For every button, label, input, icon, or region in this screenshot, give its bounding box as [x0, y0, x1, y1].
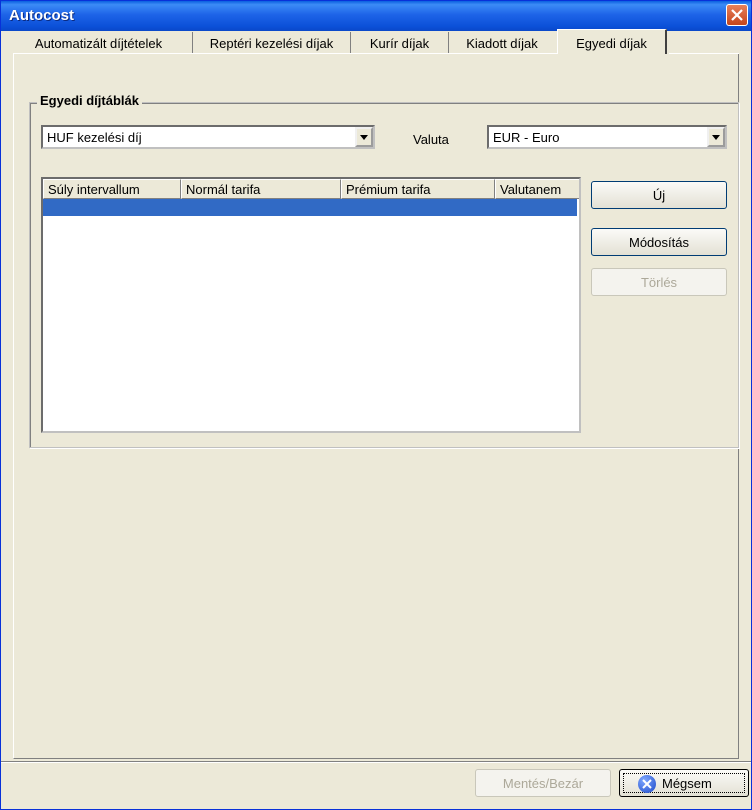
currency-label: Valuta — [413, 132, 449, 147]
column-header-suly-intervallum[interactable]: Súly intervallum — [43, 179, 181, 199]
tab-label: Kurír díjak — [369, 36, 430, 51]
tab-egyedi-dijak[interactable]: Egyedi díjak — [557, 29, 667, 54]
tab-label: Egyedi díjak — [576, 36, 647, 51]
modify-button[interactable]: Módosítás — [591, 228, 727, 256]
fee-table[interactable]: Súly intervallum Normál tarifa Prémium t… — [41, 177, 581, 433]
tab-kurir-dijak[interactable]: Kurír díjak — [351, 32, 449, 53]
cancel-button[interactable]: Mégsem — [619, 769, 749, 797]
fee-type-value: HUF kezelési díj — [47, 130, 142, 145]
currency-dropdown-button[interactable] — [707, 127, 725, 147]
currency-select[interactable]: EUR - Euro — [487, 125, 727, 149]
tab-label: Kiadott díjak — [466, 36, 538, 51]
table-header: Súly intervallum Normál tarifa Prémium t… — [43, 179, 579, 199]
column-header-normal-tarifa[interactable]: Normál tarifa — [181, 179, 341, 199]
tab-label: Automatizált díjtételek — [34, 36, 163, 51]
x-mark-icon — [642, 779, 652, 789]
currency-value: EUR - Euro — [493, 130, 560, 145]
close-button[interactable] — [726, 4, 748, 26]
column-header-premium-tarifa[interactable]: Prémium tarifa — [341, 179, 495, 199]
cancel-x-icon — [638, 775, 656, 793]
new-button[interactable]: Új — [591, 181, 727, 209]
column-header-valutanem[interactable]: Valutanem — [495, 179, 579, 199]
autocost-window: Autocost Automatizált díjtételek Reptéri… — [0, 0, 752, 810]
fee-type-dropdown-button[interactable] — [355, 127, 373, 147]
title-bar[interactable]: Autocost — [1, 1, 751, 31]
tab-automatizalt-dijtetelek[interactable]: Automatizált díjtételek — [5, 32, 193, 53]
chevron-down-icon — [360, 135, 368, 140]
chevron-down-icon — [712, 135, 720, 140]
cancel-button-label: Mégsem — [662, 776, 712, 791]
close-icon — [731, 9, 743, 21]
window-title: Autocost — [9, 7, 74, 24]
save-close-button[interactable]: Mentés/Bezár — [475, 769, 611, 797]
tab-label: Reptéri kezelési díjak — [209, 36, 334, 51]
tab-repteri-kezelesi-dijak[interactable]: Reptéri kezelési díjak — [193, 32, 351, 53]
group-title: Egyedi díjtáblák — [37, 93, 142, 108]
table-row-selected[interactable] — [43, 199, 577, 216]
fee-type-select[interactable]: HUF kezelési díj — [41, 125, 375, 149]
delete-button[interactable]: Törlés — [591, 268, 727, 296]
tab-kiadott-dijak[interactable]: Kiadott díjak — [449, 32, 555, 53]
